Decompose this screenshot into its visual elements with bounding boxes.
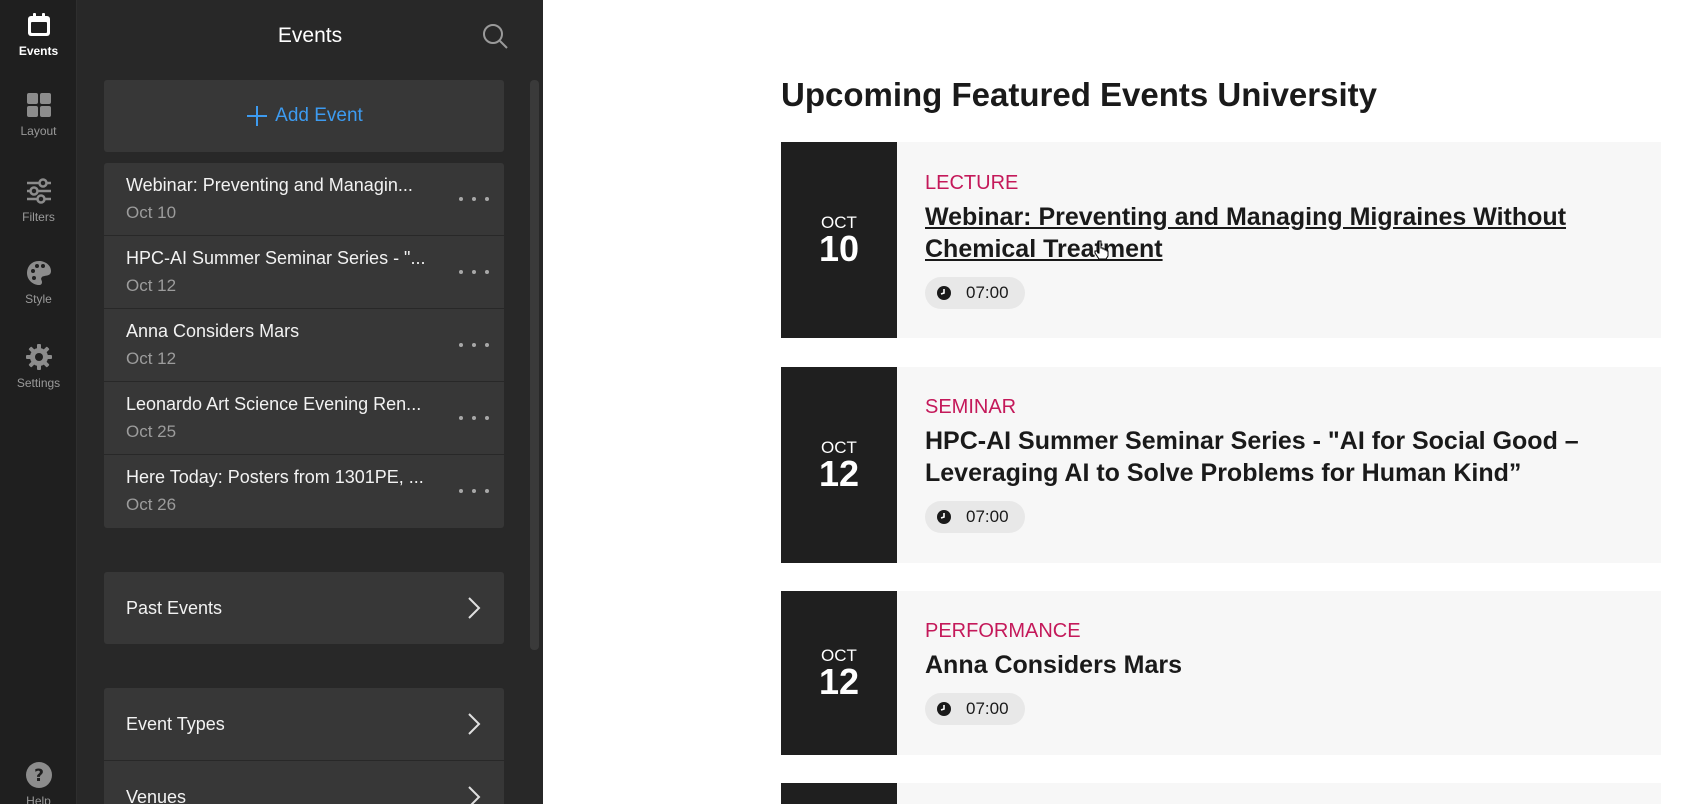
event-item-date: Oct 26 (126, 495, 177, 514)
chevron-right-icon (468, 786, 481, 804)
event-item-date: Oct 12 (126, 349, 177, 368)
event-item-title: Here Today: Posters from 1301PE, ... (126, 467, 424, 487)
rail-item-events[interactable]: Events (0, 10, 77, 58)
rail-item-layout[interactable]: Layout (0, 90, 77, 138)
layout-grid-icon (26, 93, 51, 117)
rail-label-layout: Layout (20, 124, 57, 138)
svg-text:?: ? (34, 766, 44, 786)
help-icon: ? (25, 762, 52, 788)
time-badge: 07:00 (925, 693, 1025, 725)
more-options-icon[interactable] (459, 189, 489, 209)
more-options-icon[interactable] (459, 481, 489, 501)
add-event-label: Add Event (275, 105, 363, 126)
date-block: OCT 12 (781, 367, 897, 563)
event-item-date: Oct 12 (126, 276, 177, 295)
event-list-item[interactable]: HPC-AI Summer Seminar Series - "... Oct … (104, 236, 504, 309)
event-list-item[interactable]: Anna Considers Mars Oct 12 (104, 309, 504, 382)
card-day: 12 (818, 660, 860, 702)
event-list-item[interactable]: Webinar: Preventing and Managin... Oct 1… (104, 163, 504, 236)
clock-icon (937, 286, 951, 300)
rail-item-settings[interactable]: Settings (0, 342, 77, 390)
date-block: OCT 12 (781, 591, 897, 755)
more-options-icon[interactable] (459, 408, 489, 428)
event-type-label: SEMINAR (925, 396, 1017, 418)
rail-item-filters[interactable]: Filters (0, 176, 77, 224)
clock-icon (937, 702, 951, 716)
event-card[interactable]: OCT 12 PERFORMANCE Anna Considers Mars 0… (781, 591, 1661, 755)
gear-icon (25, 344, 52, 370)
sliders-icon (26, 178, 51, 204)
event-item-title: Anna Considers Mars (126, 321, 300, 341)
card-body: LECTURE Webinar: Preventing and Managing… (925, 172, 1641, 309)
panel-title: Events (277, 24, 343, 47)
event-types-link[interactable]: Event Types (104, 688, 504, 760)
date-block (781, 783, 897, 804)
card-day: 12 (818, 452, 860, 494)
rail-label-help: Help (26, 794, 51, 804)
event-card[interactable]: OCT 12 SEMINAR HPC-AI Summer Seminar Ser… (781, 367, 1661, 563)
event-item-date: Oct 25 (126, 422, 177, 441)
event-title-link[interactable]: Webinar: Preventing and Managing Migrain… (925, 201, 1641, 265)
card-body: SEMINAR HPC-AI Summer Seminar Series - "… (925, 396, 1641, 533)
event-list: Webinar: Preventing and Managin... Oct 1… (104, 163, 504, 528)
events-preview: Upcoming Featured Events University OCT … (543, 0, 1702, 804)
event-card[interactable]: OCT 10 LECTURE Webinar: Preventing and M… (781, 142, 1661, 338)
event-item-title: Leonardo Art Science Evening Ren... (126, 394, 422, 414)
rail-label-style: Style (25, 292, 52, 306)
icon-rail: Events Layout Filters Style Settings ? H… (0, 0, 77, 804)
past-events-label: Past Events (126, 597, 223, 618)
chevron-right-icon (468, 597, 481, 619)
more-options-icon[interactable] (459, 335, 489, 355)
time-badge: 07:00 (925, 501, 1025, 533)
rail-label-filters: Filters (22, 210, 55, 224)
chevron-right-icon (468, 713, 481, 735)
rail-label-settings: Settings (16, 376, 61, 390)
event-list-item[interactable]: Here Today: Posters from 1301PE, ... Oct… (104, 455, 504, 528)
event-item-title: HPC-AI Summer Seminar Series - "... (126, 248, 426, 268)
event-time: 07:00 (966, 507, 1009, 526)
event-types-label: Event Types (126, 713, 225, 734)
rail-item-help[interactable]: ? Help (0, 760, 77, 804)
event-type-label: LECTURE (925, 172, 1019, 194)
rail-label-events: Events (18, 44, 59, 58)
event-card[interactable] (781, 783, 1661, 804)
venues-link[interactable]: Venues (104, 761, 504, 804)
page-title: Upcoming Featured Events University (781, 76, 1377, 113)
card-day: 10 (818, 227, 860, 269)
calendar-icon (27, 13, 50, 36)
event-type-label: PERFORMANCE (925, 620, 1081, 642)
card-body: PERFORMANCE Anna Considers Mars 07:00 (925, 620, 1641, 725)
venues-label: Venues (126, 786, 187, 804)
event-item-date: Oct 10 (126, 203, 177, 222)
plus-icon (247, 106, 268, 126)
event-item-title: Webinar: Preventing and Managin... (126, 175, 413, 195)
palette-icon (26, 261, 51, 285)
rail-item-style[interactable]: Style (0, 258, 77, 306)
past-events-link[interactable]: Past Events (104, 572, 504, 644)
more-options-icon[interactable] (459, 262, 489, 282)
event-time: 07:00 (966, 283, 1009, 302)
events-panel: Events Add Event Webinar: Preventing and… (77, 0, 543, 804)
event-list-item[interactable]: Leonardo Art Science Evening Ren... Oct … (104, 382, 504, 455)
event-time: 07:00 (966, 699, 1009, 718)
add-event-button[interactable]: Add Event (104, 80, 504, 152)
search-icon[interactable] (481, 22, 509, 50)
time-badge: 07:00 (925, 277, 1025, 309)
date-block: OCT 10 (781, 142, 897, 338)
panel-scrollbar[interactable] (530, 80, 539, 650)
event-title-link[interactable]: HPC-AI Summer Seminar Series - "AI for S… (925, 425, 1641, 489)
clock-icon (937, 510, 951, 524)
event-title-link[interactable]: Anna Considers Mars (925, 649, 1641, 681)
